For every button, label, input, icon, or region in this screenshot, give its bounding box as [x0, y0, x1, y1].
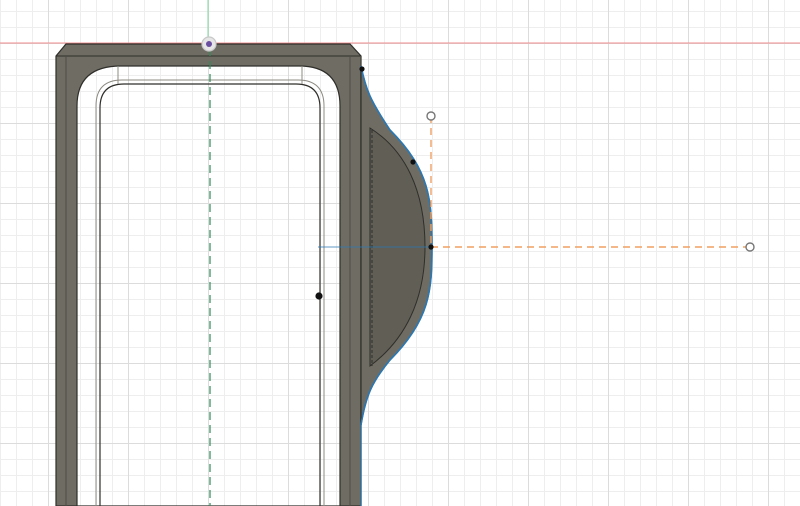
canvas-drawing[interactable] [0, 0, 800, 506]
rail-sketch-point[interactable] [315, 292, 323, 300]
origin-point-icon[interactable] [201, 36, 217, 52]
design-canvas[interactable] [0, 0, 800, 506]
origin-dot [206, 41, 212, 47]
tangent-handle-end-right[interactable] [745, 242, 755, 252]
spline-point-upper[interactable] [410, 159, 416, 165]
grip-bump-body[interactable] [360, 65, 433, 426]
tangent-handle-end-top[interactable] [426, 111, 436, 121]
spline-point-apex[interactable] [428, 244, 434, 250]
spline-point-top[interactable] [359, 66, 365, 72]
